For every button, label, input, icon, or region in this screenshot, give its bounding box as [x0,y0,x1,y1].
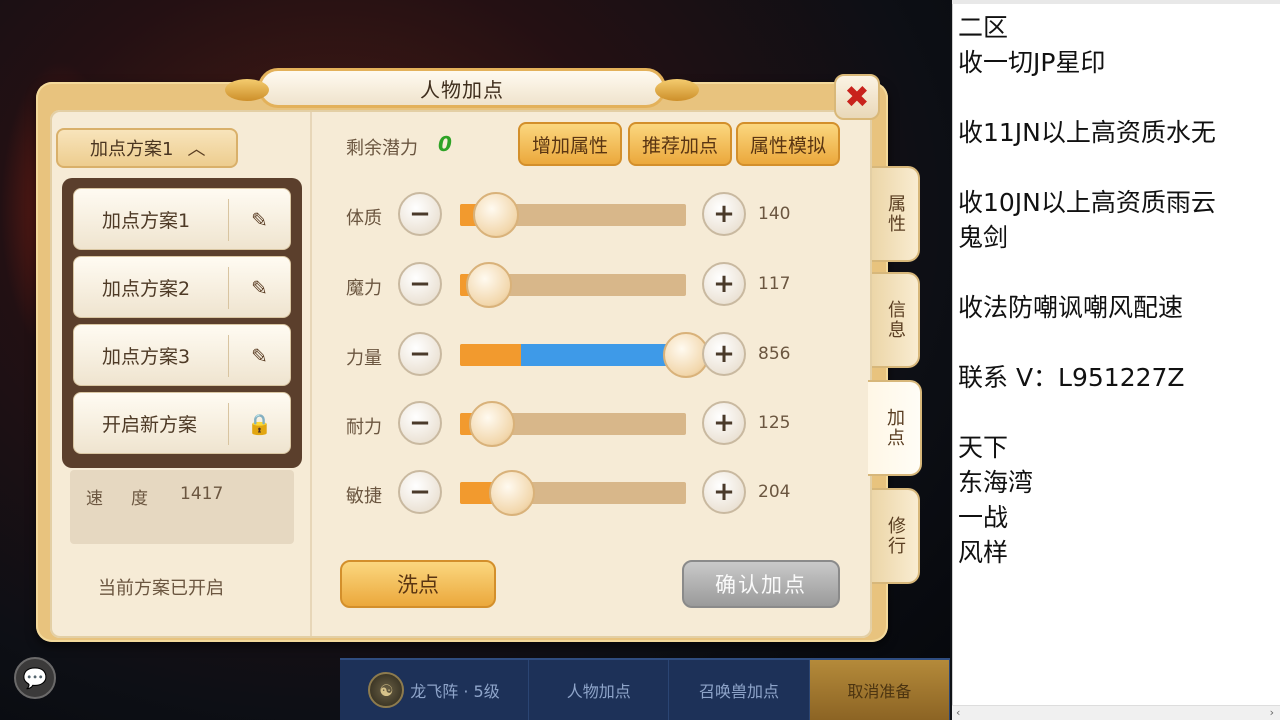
note-line: 收一切JP星印 [958,48,1106,77]
minus-button[interactable]: − [398,332,442,376]
scheme-item-label: 加点方案1 [102,209,191,232]
plus-button[interactable]: + [702,192,746,236]
title-ornament-left [225,79,269,101]
scheme-item-1[interactable]: 加点方案1 ✎ [73,188,291,250]
formation-label: 龙飞阵 · 5级 [410,682,500,701]
title-ornament-right [655,79,699,101]
notes-top-border [952,0,1280,4]
attribute-value: 140 [758,204,791,224]
attribute-name: 敏捷 [346,486,382,507]
attribute-name: 体质 [346,208,382,229]
slider-knob[interactable] [469,401,515,447]
minus-button[interactable]: − [398,401,442,445]
lock-icon: 🔒 [228,403,290,445]
minus-button[interactable]: − [398,262,442,306]
summon-points-button[interactable]: 召唤兽加点 [669,660,810,720]
note-line: 收11JN以上高资质水无 [958,118,1216,147]
bottom-bar: ☯ 龙飞阵 · 5级 人物加点 召唤兽加点 取消准备 [340,658,950,720]
scheme-item-2[interactable]: 加点方案2 ✎ [73,256,291,318]
chat-icon[interactable]: 💬 [14,657,56,699]
plus-button[interactable]: + [702,332,746,376]
scheme-item-label: 开启新方案 [102,413,198,436]
edit-icon[interactable]: ✎ [228,335,290,377]
formation-emblem-icon: ☯ [368,672,405,708]
tab-add-points[interactable]: 加点 [868,380,922,476]
attribute-base-fill [460,344,521,366]
attribute-row: 体质 − +140 [346,192,806,238]
speed-label: 速度 [86,489,176,509]
attribute-value: 856 [758,344,791,364]
attribute-value: 117 [758,274,791,294]
recommend-points-button[interactable]: 推荐加点 [628,122,732,166]
note-line: 二区 [958,13,1009,42]
note-line: 收法防嘲讽嘲风配速 [958,293,1184,322]
tab-cultivation[interactable]: 修行 [872,488,920,584]
scheme-item-label: 加点方案3 [102,345,191,368]
attribute-row: 魔力 − +117 [346,262,806,308]
slider-knob[interactable] [466,262,512,308]
tab-label: 加点 [884,408,905,448]
note-line: 收10JN以上高资质雨云 [958,188,1216,217]
slider-knob[interactable] [489,470,535,516]
attribute-name: 魔力 [346,278,382,299]
note-line: 东海湾 [958,468,1034,497]
wash-points-button[interactable]: 洗点 [340,560,496,608]
scheme-dropdown[interactable]: 加点方案1 ︿ [56,128,238,168]
note-line: 风样 [958,538,1009,567]
remaining-potential-label: 剩余潜力 [346,138,418,159]
scheme-status: 当前方案已开启 [98,578,224,599]
minus-button[interactable]: − [398,470,442,514]
edit-icon[interactable]: ✎ [228,199,290,241]
minus-button[interactable]: − [398,192,442,236]
chevron-up-icon: ︿ [187,139,206,160]
scroll-left-icon[interactable]: ‹ [956,706,960,719]
note-line: 联系 V：L951227Z [958,363,1185,392]
scheme-item-label: 加点方案2 [102,277,191,300]
tab-info[interactable]: 信息 [872,272,920,368]
attribute-name: 耐力 [346,417,382,438]
attribute-row: 耐力 − +125 [346,401,806,447]
attribute-added-fill [521,344,686,366]
scheme-item-new[interactable]: 开启新方案 🔒 [73,392,291,454]
plus-button[interactable]: + [702,401,746,445]
title-plate: 人物加点 [225,68,699,108]
plus-button[interactable]: + [702,262,746,306]
scheme-list: 加点方案1 ✎ 加点方案2 ✎ 加点方案3 ✎ 开启新方案 🔒 [62,178,302,468]
tab-label: 修行 [885,516,906,556]
tab-label: 属性 [885,194,906,234]
tab-attributes[interactable]: 属性 [872,166,920,262]
scroll-right-icon[interactable]: › [1270,706,1274,719]
scheme-dropdown-label: 加点方案1 [90,139,174,160]
speed-value: 1417 [180,484,224,504]
close-button[interactable]: ✖ [834,74,880,120]
edit-icon[interactable]: ✎ [228,267,290,309]
scheme-item-3[interactable]: 加点方案3 ✎ [73,324,291,386]
cancel-ready-button[interactable]: 取消准备 [809,660,950,720]
slider-knob[interactable] [473,192,519,238]
attribute-value: 125 [758,413,791,433]
character-points-button[interactable]: 人物加点 [529,660,670,720]
page-title: 人物加点 [420,77,504,102]
note-line: 天下 [958,433,1009,462]
add-attribute-button[interactable]: 增加属性 [518,122,622,166]
note-line: 一战 [958,503,1009,532]
confirm-points-button[interactable]: 确认加点 [682,560,840,608]
attribute-name: 力量 [346,348,382,369]
remaining-potential-value: 0 [438,132,452,156]
notes-horizontal-scrollbar[interactable]: ‹ › [952,705,1280,720]
plus-button[interactable]: + [702,470,746,514]
note-line: 鬼剑 [958,223,1009,252]
attribute-slider-track[interactable] [460,344,686,366]
tab-label: 信息 [885,300,906,340]
attribute-row: 敏捷 − +204 [346,470,806,516]
speed-box: 速度 1417 [70,470,294,544]
attribute-row: 力量 − +856 [346,332,806,378]
column-divider [310,112,312,636]
formation-button[interactable]: ☯ 龙飞阵 · 5级 [340,660,530,720]
attribute-value: 204 [758,482,791,502]
simulate-attribute-button[interactable]: 属性模拟 [736,122,840,166]
close-icon: ✖ [844,79,870,115]
